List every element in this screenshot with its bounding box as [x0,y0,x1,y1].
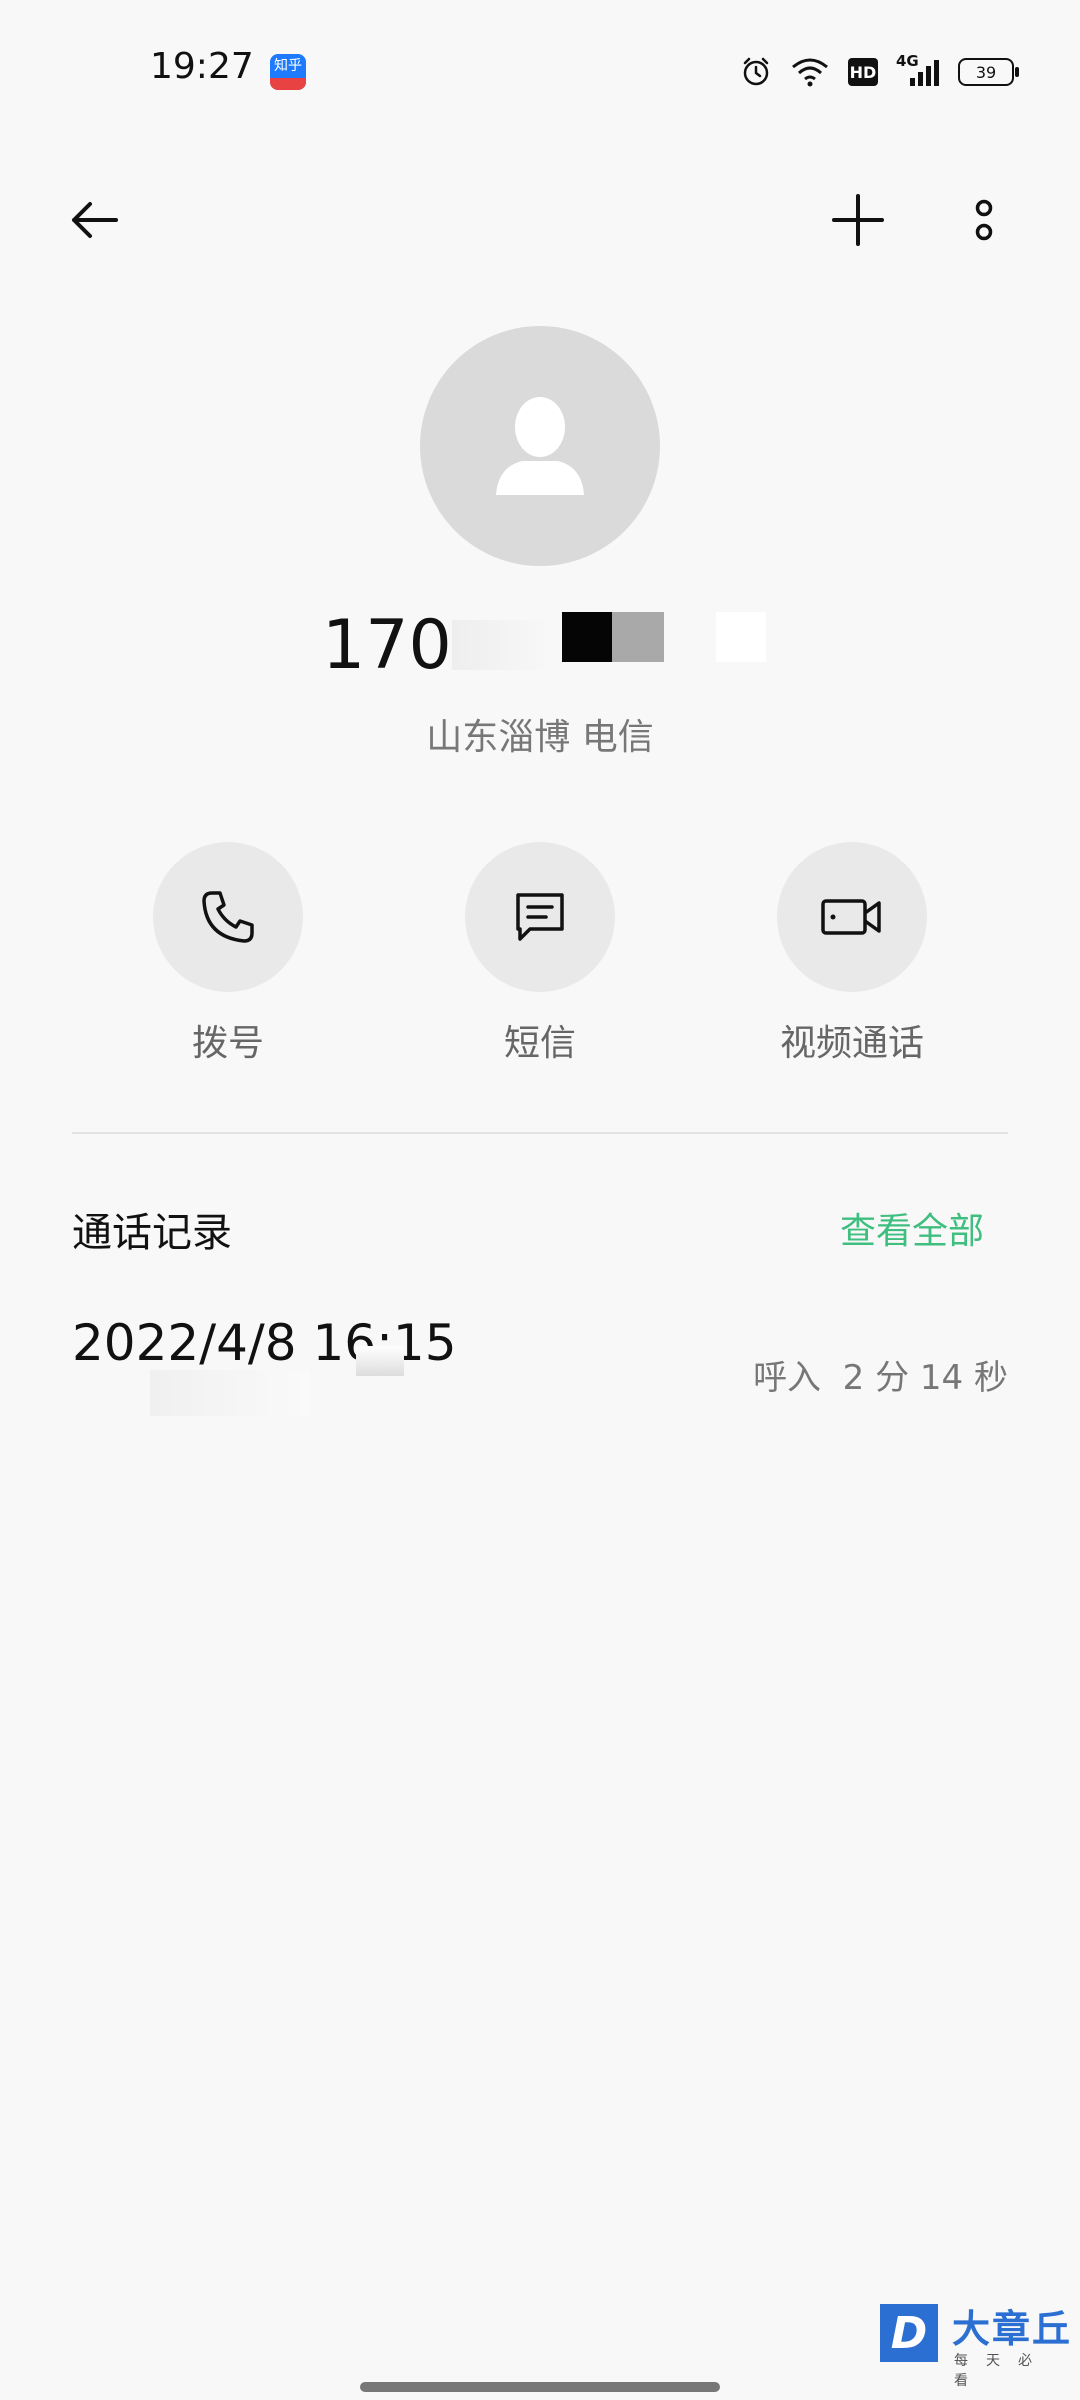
watermark-subtitle: 每天必看 [954,2353,1050,2389]
hd-badge: HD [848,58,878,86]
video-call-button[interactable] [777,842,927,992]
signal-4g-icon: 4G [896,52,940,88]
message-button[interactable] [465,842,615,992]
redaction-blur [150,1370,310,1416]
watermark-logo: D [880,2304,938,2362]
person-icon [496,397,584,495]
home-indicator[interactable] [360,2382,720,2392]
video-call-label: 视频通话 [779,1023,924,1064]
redaction-blur [356,1346,404,1376]
message-action[interactable]: 短信 [420,842,660,1066]
redaction-block [612,612,664,662]
dial-label: 拨号 [191,1023,264,1064]
section-divider [72,1132,1008,1134]
watermark: D 大章丘 每天必看 [880,2298,1080,2400]
phone-location: 山东淄博 电信 [426,717,654,758]
contact-avatar [420,326,660,566]
alarm-icon [743,57,769,86]
phone-number: 170 [322,606,452,685]
call-detail: 呼入 2 分 14 秒 [753,1358,1008,1398]
add-contact-button[interactable] [824,186,892,254]
back-arrow-icon [72,202,118,238]
video-icon [821,899,881,935]
redaction-faint [452,620,552,670]
redaction-block [562,612,612,662]
dial-button[interactable] [153,842,303,992]
zhihu-app-icon: 知乎 [270,54,306,90]
message-icon [516,893,564,941]
phone-icon [202,891,254,943]
video-call-action[interactable]: 视频通话 [732,842,972,1066]
call-log-title: 通话记录 [72,1210,232,1256]
back-button[interactable] [60,186,128,254]
redaction-block [716,612,766,662]
status-bar: 19:27 知乎 HD 4G 39 [0,0,1080,140]
plus-icon [832,194,884,246]
battery-indicator: 39 [958,58,1019,86]
message-label: 短信 [503,1023,576,1064]
wifi-icon [792,58,828,87]
more-button[interactable] [950,186,1018,254]
zhihu-icon-text: 知乎 [274,58,302,74]
more-vertical-icon [975,199,993,241]
dial-action[interactable]: 拨号 [108,842,348,1066]
status-time: 19:27 [150,46,254,87]
view-all-link[interactable]: 查看全部 [840,1202,984,1254]
watermark-title: 大章丘 [952,2307,1073,2351]
